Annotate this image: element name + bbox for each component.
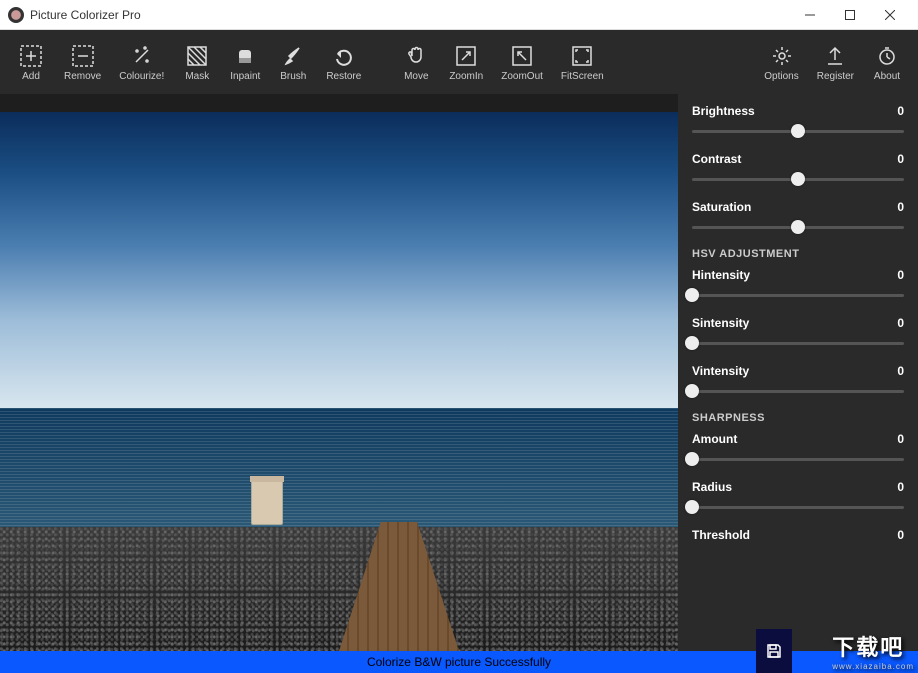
add-icon (19, 43, 43, 69)
brightness-slider[interactable]: Brightness 0 (692, 104, 904, 138)
saturation-label: Saturation (692, 200, 751, 214)
register-button[interactable]: Register (809, 39, 862, 86)
slider-thumb[interactable] (685, 452, 699, 466)
hsv-section-title: HSV ADJUSTMENT (692, 248, 904, 260)
slider-thumb[interactable] (791, 172, 805, 186)
minimize-button[interactable] (790, 1, 830, 29)
remove-icon (71, 43, 95, 69)
vintensity-label: Vintensity (692, 364, 749, 378)
amount-value: 0 (897, 432, 904, 446)
brush-icon (281, 43, 305, 69)
hintensity-label: Hintensity (692, 268, 750, 282)
preview-image (0, 112, 678, 651)
mask-icon (185, 43, 209, 69)
titlebar: Picture Colorizer Pro (0, 0, 918, 30)
remove-button[interactable]: Remove (56, 39, 109, 86)
sintensity-slider[interactable]: Sintensity 0 (692, 316, 904, 350)
toolbar: Add Remove Colourize! Mask Inpaint Brush… (0, 30, 918, 94)
move-button[interactable]: Move (393, 39, 439, 86)
slider-thumb[interactable] (685, 500, 699, 514)
adjustments-panel: Brightness 0 Contrast 0 Saturation 0 HSV AD… (678, 94, 918, 651)
threshold-label: Threshold (692, 528, 750, 542)
vintensity-slider[interactable]: Vintensity 0 (692, 364, 904, 398)
contrast-label: Contrast (692, 152, 741, 166)
saturation-slider[interactable]: Saturation 0 (692, 200, 904, 234)
about-button[interactable]: About (864, 39, 910, 86)
slider-thumb[interactable] (685, 336, 699, 350)
fit-screen-icon (570, 43, 594, 69)
colourize-button[interactable]: Colourize! (111, 39, 172, 86)
brightness-value: 0 (897, 104, 904, 118)
mask-button[interactable]: Mask (174, 39, 220, 86)
slider-thumb[interactable] (685, 384, 699, 398)
zoom-in-icon (454, 43, 478, 69)
watermark: 下载吧 www.xiazaiba.com (832, 630, 914, 671)
slider-thumb[interactable] (685, 288, 699, 302)
zoom-out-button[interactable]: ZoomOut (493, 39, 551, 86)
radius-slider[interactable]: Radius 0 (692, 480, 904, 514)
zoom-out-icon (510, 43, 534, 69)
inpaint-button[interactable]: Inpaint (222, 39, 268, 86)
save-button[interactable] (756, 629, 792, 673)
sharpness-section-title: SHARPNESS (692, 412, 904, 424)
vintensity-value: 0 (897, 364, 904, 378)
undo-icon (332, 43, 356, 69)
threshold-slider[interactable]: Threshold 0 (692, 528, 904, 542)
save-icon (765, 642, 783, 660)
amount-slider[interactable]: Amount 0 (692, 432, 904, 466)
contrast-slider[interactable]: Contrast 0 (692, 152, 904, 186)
hintensity-value: 0 (897, 268, 904, 282)
maximize-button[interactable] (830, 1, 870, 29)
window-title: Picture Colorizer Pro (30, 8, 790, 22)
slider-thumb[interactable] (791, 124, 805, 138)
main-area: Brightness 0 Contrast 0 Saturation 0 HSV AD… (0, 94, 918, 651)
gear-icon (770, 43, 794, 69)
hand-icon (404, 43, 428, 69)
radius-label: Radius (692, 480, 732, 494)
clock-icon (875, 43, 899, 69)
saturation-value: 0 (897, 200, 904, 214)
app-icon (8, 7, 24, 23)
brush-button[interactable]: Brush (270, 39, 316, 86)
zoom-in-button[interactable]: ZoomIn (441, 39, 491, 86)
brightness-label: Brightness (692, 104, 755, 118)
eraser-icon (233, 43, 257, 69)
close-button[interactable] (870, 1, 910, 29)
slider-thumb[interactable] (791, 220, 805, 234)
restore-button[interactable]: Restore (318, 39, 369, 86)
radius-value: 0 (897, 480, 904, 494)
fit-screen-button[interactable]: FitScreen (553, 39, 612, 86)
magic-wand-icon (130, 43, 154, 69)
sintensity-value: 0 (897, 316, 904, 330)
contrast-value: 0 (897, 152, 904, 166)
options-button[interactable]: Options (756, 39, 806, 86)
amount-label: Amount (692, 432, 737, 446)
threshold-value: 0 (897, 528, 904, 542)
upload-icon (823, 43, 847, 69)
status-message: Colorize B&W picture Successfully (367, 655, 551, 669)
image-canvas[interactable] (0, 94, 678, 651)
sintensity-label: Sintensity (692, 316, 749, 330)
add-button[interactable]: Add (8, 39, 54, 86)
hintensity-slider[interactable]: Hintensity 0 (692, 268, 904, 302)
